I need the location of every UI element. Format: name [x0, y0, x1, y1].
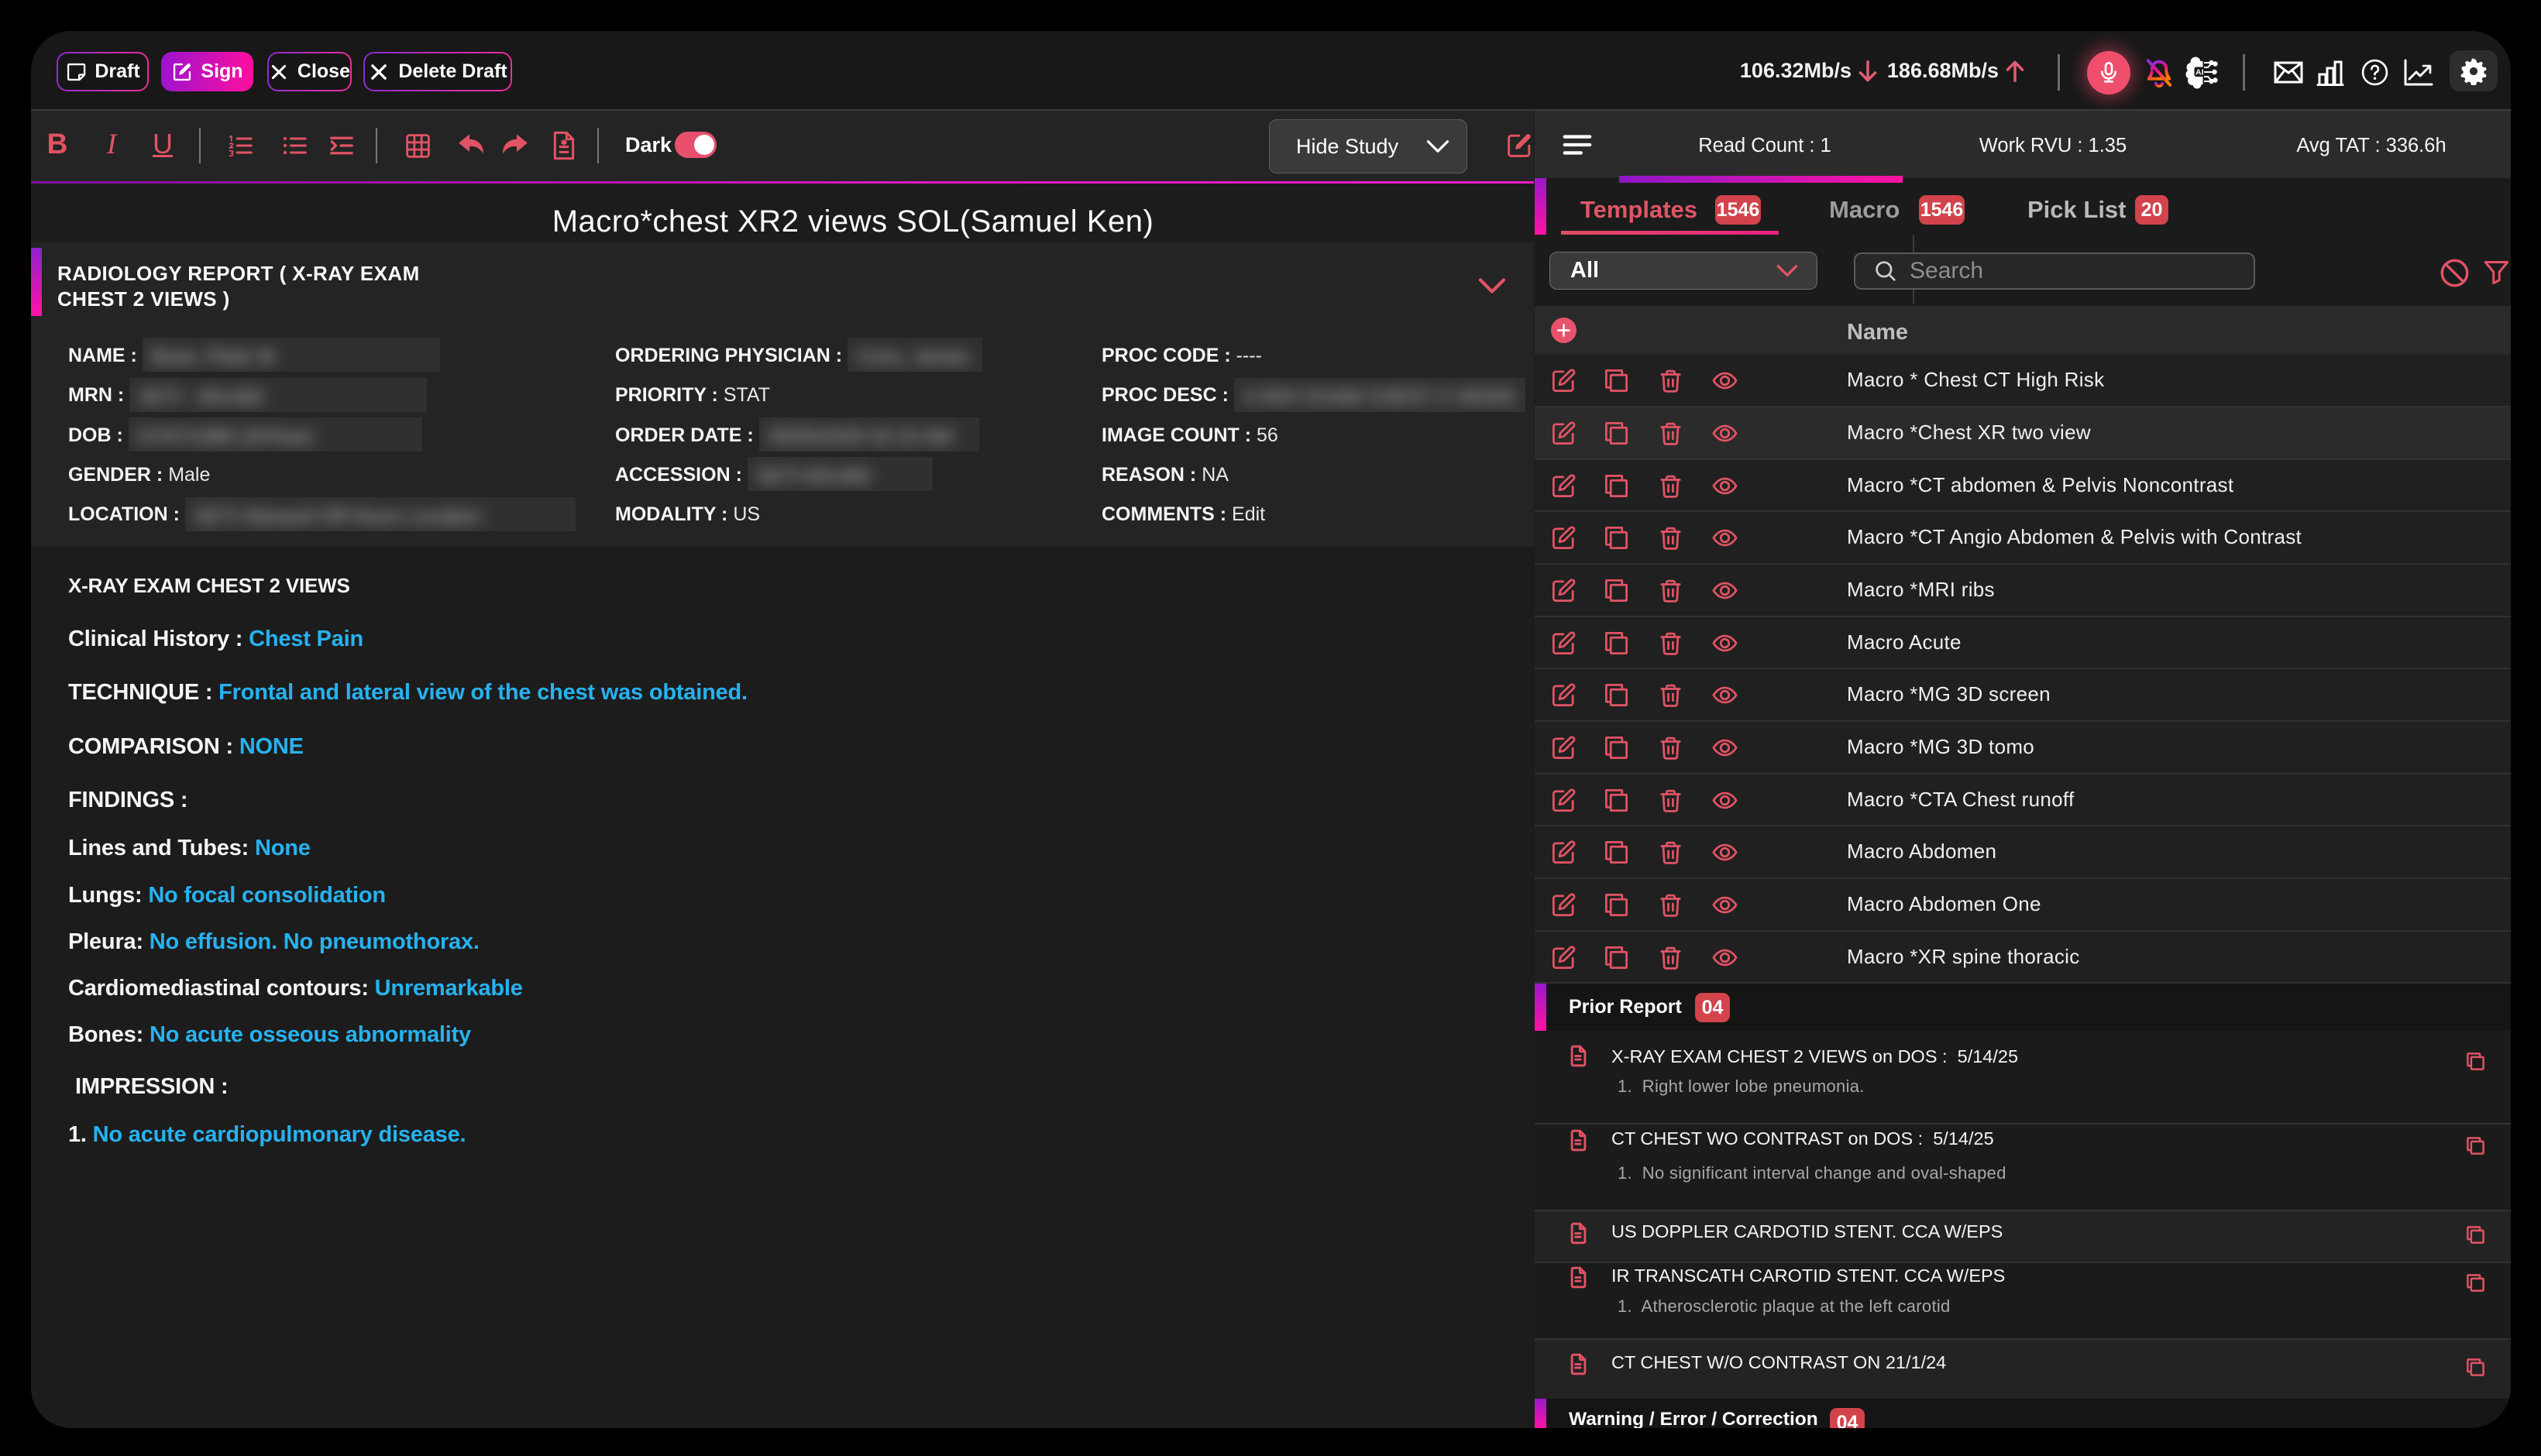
svg-text:AI: AI [2195, 68, 2204, 77]
